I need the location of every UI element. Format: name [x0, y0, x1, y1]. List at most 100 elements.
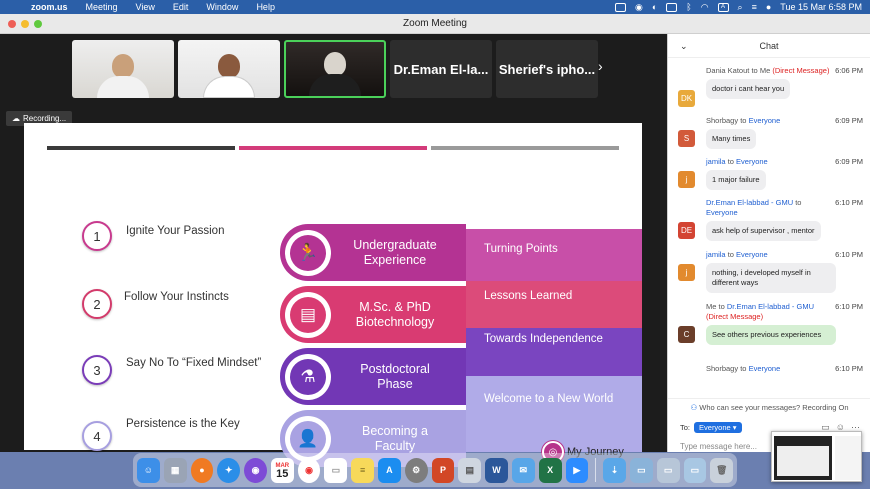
menu-app-name[interactable]: zoom.us: [22, 2, 77, 12]
gallery-next-arrow-icon[interactable]: ›: [598, 58, 603, 74]
search-icon[interactable]: ⌕: [738, 2, 743, 13]
participant-figure: [309, 52, 361, 96]
stage-outcome-text: Towards Independence: [484, 333, 603, 345]
recording-label: Recording...: [23, 114, 67, 123]
firefox-icon[interactable]: ●: [190, 457, 214, 483]
calendar-day: 15: [276, 468, 289, 480]
participant-video-2[interactable]: [178, 40, 280, 98]
runner-icon: 🏃: [290, 234, 326, 271]
zoom-status-icon[interactable]: [614, 2, 626, 12]
chat-input[interactable]: Type message here...: [680, 442, 757, 451]
chevron-down-icon[interactable]: ⌄: [680, 34, 688, 58]
participant-video-1[interactable]: [72, 40, 174, 98]
input-source-icon[interactable]: A: [717, 2, 729, 12]
avatar: DK: [678, 90, 695, 107]
minimized-window-icon[interactable]: ▭: [656, 457, 680, 483]
beaker-icon: ⚗: [290, 358, 326, 395]
chat-messages[interactable]: DK Dania Katout to Me (Direct Message) 6:…: [668, 64, 870, 374]
thumbnail-chat: [835, 436, 861, 480]
step-text: Persistence is the Key: [126, 418, 240, 430]
menu-window[interactable]: Window: [197, 2, 247, 12]
window-title: Zoom Meeting: [403, 18, 467, 29]
word-icon[interactable]: W: [485, 457, 508, 483]
zoom-window-icon[interactable]: [34, 20, 42, 28]
message-bubble: Many times: [706, 129, 757, 149]
finder-icon[interactable]: ☺: [137, 457, 160, 483]
participant-tile-name[interactable]: Dr.Eman El-la...: [390, 40, 492, 98]
recipient-dropdown[interactable]: Everyone ▾: [694, 422, 742, 433]
close-window-icon[interactable]: [8, 20, 16, 28]
cloud-icon: ☁: [12, 114, 20, 123]
menu-view[interactable]: View: [127, 2, 164, 12]
message-bubble: ask help of supervisor , mentor: [706, 221, 821, 241]
wifi-icon[interactable]: ◠: [701, 2, 709, 13]
flag-icon[interactable]: ●: [766, 2, 771, 12]
downloads-icon[interactable]: ⇣: [603, 457, 626, 483]
message-bubble: nothing, i developed myself in different…: [706, 263, 836, 293]
stage-outcome-text: Lessons Learned: [484, 290, 573, 302]
slide-top-bar: [431, 146, 619, 150]
avatar: DE: [678, 222, 695, 239]
video-gallery: Dr.Eman El-la... Sherief's ipho...: [72, 40, 598, 98]
title-bar: Zoom Meeting: [0, 14, 870, 34]
trash-icon[interactable]: 🗑: [710, 457, 734, 483]
contrast-icon[interactable]: ◐: [652, 2, 657, 12]
system-preferences-icon[interactable]: ⚙: [404, 457, 428, 483]
control-center-icon[interactable]: ≡: [752, 2, 757, 12]
chat-message: C Me to Dr.Eman El-labbad - GMU (Direct …: [678, 302, 863, 345]
avatar: C: [678, 326, 695, 343]
bluetooth-icon[interactable]: ᛒ: [686, 2, 691, 12]
chat-message: j jamila to Everyone 6:09 PM 1 major fail…: [678, 157, 863, 190]
who-can-see-link[interactable]: ⚇ Who can see your messages? Recording O…: [668, 398, 870, 412]
chat-title: Chat: [759, 41, 779, 51]
stage-label: Becoming a Faculty: [361, 423, 428, 453]
stage-band: 🏃 Undergraduate Experience: [280, 224, 466, 281]
menu-help[interactable]: Help: [247, 2, 284, 12]
chat-header: ⌄ Chat: [668, 34, 870, 58]
teacher-icon: 👤: [290, 420, 326, 457]
mail-icon[interactable]: ✉: [511, 457, 535, 483]
message-bubble: doctor i cant hear you: [706, 79, 791, 99]
stage-label: Undergraduate Experience: [353, 237, 437, 267]
menu-meeting[interactable]: Meeting: [77, 2, 127, 12]
books-icon: ▤: [290, 296, 326, 333]
participant-tile-name[interactable]: Sherief's ipho...: [496, 40, 598, 98]
meeting-area: Dr.Eman El-la... Sherief's ipho... › ☁ R…: [0, 34, 667, 467]
avatar: j: [678, 264, 695, 281]
minimized-window-icon[interactable]: ▭: [629, 457, 653, 483]
avatar: j: [678, 171, 695, 188]
excel-icon[interactable]: X: [538, 457, 562, 483]
step-number: 4: [82, 421, 112, 451]
stage-outcome-text: Turning Points: [484, 243, 558, 255]
chat-panel: ⌄ Chat DK Dania Katout to Me (Direct Mes…: [667, 34, 870, 452]
preview-icon[interactable]: ▤: [458, 457, 482, 483]
chat-message: DK Dania Katout to Me (Direct Message) 6:…: [678, 66, 863, 107]
stage-band: ▤ M.Sc. & PhD Biotechnology: [280, 286, 466, 343]
minimize-window-icon[interactable]: [21, 20, 29, 28]
chrome-icon[interactable]: ◉: [297, 457, 321, 483]
step-text: Follow Your Instincts: [124, 291, 229, 303]
siri-icon[interactable]: ◉: [244, 457, 267, 483]
battery-icon[interactable]: [666, 2, 678, 12]
zoom-icon[interactable]: ▶: [565, 457, 589, 483]
menu-bar: zoom.us Meeting View Edit Window Help ◉ …: [0, 0, 870, 14]
notes-icon[interactable]: ▭: [324, 457, 348, 483]
screenshot-thumbnail[interactable]: [771, 431, 862, 482]
safari-icon[interactable]: ✦: [217, 457, 241, 483]
clock[interactable]: Tue 15 Mar 6:58 PM: [780, 2, 862, 12]
app-store-icon[interactable]: A: [378, 457, 401, 483]
calendar-icon[interactable]: MAR 15: [270, 457, 294, 483]
participant-name: Sherief's ipho...: [498, 61, 596, 77]
participant-video-active-speaker[interactable]: [284, 40, 386, 98]
launchpad-icon[interactable]: ▦: [163, 457, 187, 483]
stage-outcome: Turning Points: [466, 229, 642, 286]
powerpoint-icon[interactable]: P: [431, 457, 455, 483]
menu-edit[interactable]: Edit: [164, 2, 198, 12]
slide-top-bar: [239, 146, 427, 150]
chat-message: DE Dr.Eman El-labbad - GMU to Everyone 6:…: [678, 198, 863, 241]
record-status-icon[interactable]: ◉: [635, 2, 643, 13]
slide-top-bar: [47, 146, 235, 150]
stickies-icon[interactable]: ≡: [351, 457, 375, 483]
people-icon: ⚇: [690, 403, 698, 412]
minimized-window-icon[interactable]: ▭: [683, 457, 707, 483]
